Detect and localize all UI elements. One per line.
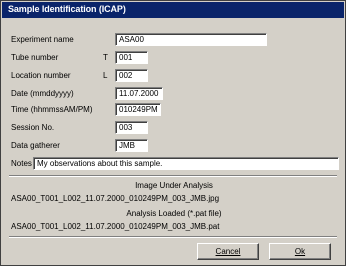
image-filename: ASA00_T001_L002_11.07.2000_010249PM_003_… [11,194,220,203]
data-gatherer-label: Data gatherer [11,141,60,150]
analysis-loaded-heading: Analysis Loaded (*.pat file) [126,209,222,218]
analysis-filename: ASA00_T001_L002_11.07.2000_010249PM_003_… [11,222,220,231]
location-number-label: Location number [11,71,71,80]
title-bar[interactable]: Sample Identification (ICAP) [2,2,344,18]
cancel-button[interactable]: Cancel [197,243,259,260]
dialog-window: Sample Identification (ICAP) Experiment … [0,0,346,266]
separator [9,236,337,238]
session-number-input[interactable]: 003 [115,121,148,134]
date-input[interactable]: 11.07.2000 [115,87,163,100]
separator [9,175,337,177]
experiment-name-label: Experiment name [11,35,74,44]
notes-label: Notes [11,159,32,168]
location-number-code: L [103,71,108,80]
time-label: Time (hhmmssAM/PM) [11,105,93,114]
window-title: Sample Identification (ICAP) [8,4,126,14]
experiment-name-input[interactable]: ASA00 [115,33,267,46]
time-input[interactable]: 010249PM [115,103,161,116]
data-gatherer-input[interactable]: JMB [115,139,148,152]
tube-number-label: Tube number [11,53,59,62]
session-number-label: Session No. [11,123,55,132]
tube-number-code: T [103,53,108,62]
notes-input[interactable]: My observations about this sample. [33,157,339,170]
date-label: Date (mmddyyyy) [11,89,74,98]
location-number-input[interactable]: 002 [115,69,148,82]
ok-button[interactable]: Ok [269,243,331,260]
image-under-analysis-heading: Image Under Analysis [135,181,213,190]
tube-number-input[interactable]: 001 [115,51,148,64]
